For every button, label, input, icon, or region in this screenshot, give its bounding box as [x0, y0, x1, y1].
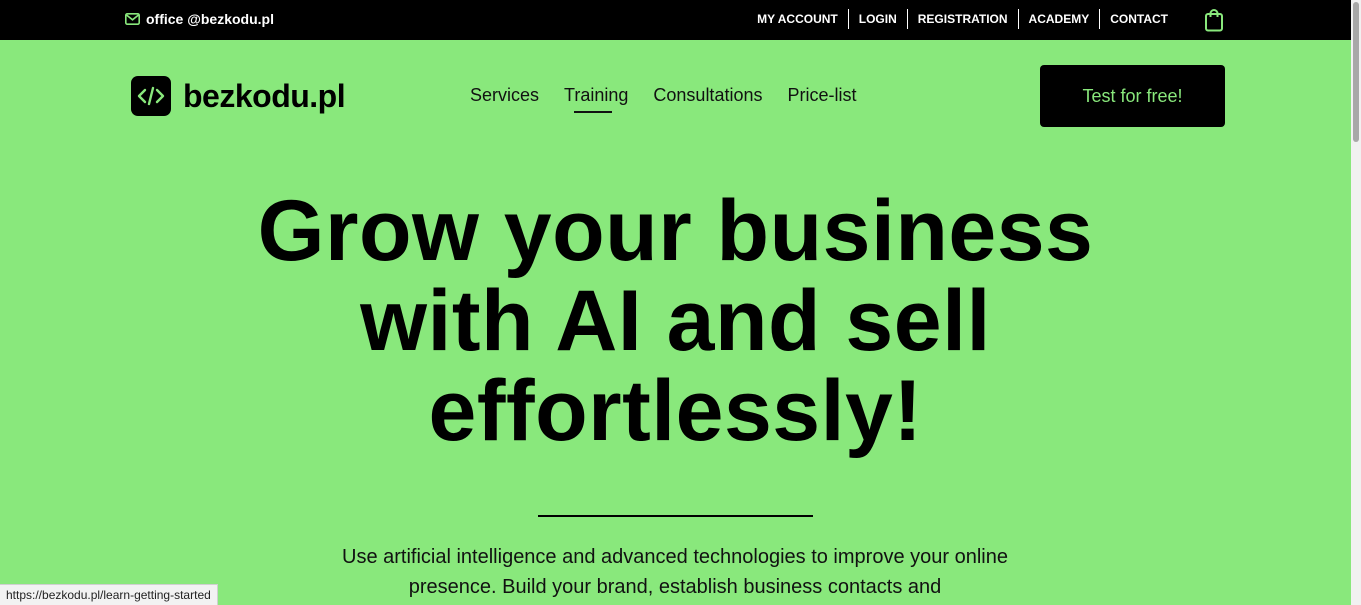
contact-email[interactable]: office @bezkodu.pl	[125, 11, 274, 27]
hero-title: Grow your business with AI and sell effo…	[0, 186, 1351, 456]
hero-description: Use artificial intelligence and advanced…	[342, 546, 1008, 598]
registration-link[interactable]: REGISTRATION	[906, 9, 1018, 29]
test-for-free-button[interactable]: Test for free!	[1040, 65, 1225, 127]
logo-text: bezkodu.pl	[183, 78, 346, 114]
hero-title-line-1: Grow your business	[257, 183, 1094, 279]
login-link[interactable]: LOGIN	[847, 9, 907, 29]
contact-email-text: office @bezkodu.pl	[146, 11, 274, 27]
nav-consultations[interactable]: Consultations	[653, 85, 762, 106]
my-account-link[interactable]: MY ACCOUNT	[747, 9, 848, 29]
code-brackets-icon	[131, 76, 171, 116]
main-nav: Services Training Consultations Price-li…	[470, 85, 857, 113]
shopping-bag-icon[interactable]	[1204, 8, 1224, 32]
site-logo[interactable]: bezkodu.pl	[131, 76, 346, 116]
top-links: MY ACCOUNT LOGIN REGISTRATION ACADEMY CO…	[747, 9, 1178, 29]
hero-divider	[538, 515, 813, 517]
page-scrollbar[interactable]	[1351, 0, 1361, 605]
mail-icon	[125, 13, 140, 25]
hero-title-line-3: effortlessly!	[428, 363, 923, 459]
nav-training[interactable]: Training	[564, 85, 628, 113]
top-utility-bar: office @bezkodu.pl MY ACCOUNT LOGIN REGI…	[0, 0, 1351, 40]
academy-link[interactable]: ACADEMY	[1017, 9, 1100, 29]
hero-title-line-2: with AI and sell	[360, 273, 991, 369]
nav-services[interactable]: Services	[470, 85, 539, 106]
link-status-bar: https://bezkodu.pl/learn-getting-started	[0, 584, 218, 605]
contact-link[interactable]: CONTACT	[1099, 9, 1178, 29]
scrollbar-thumb[interactable]	[1353, 2, 1359, 142]
nav-price-list[interactable]: Price-list	[787, 85, 856, 106]
